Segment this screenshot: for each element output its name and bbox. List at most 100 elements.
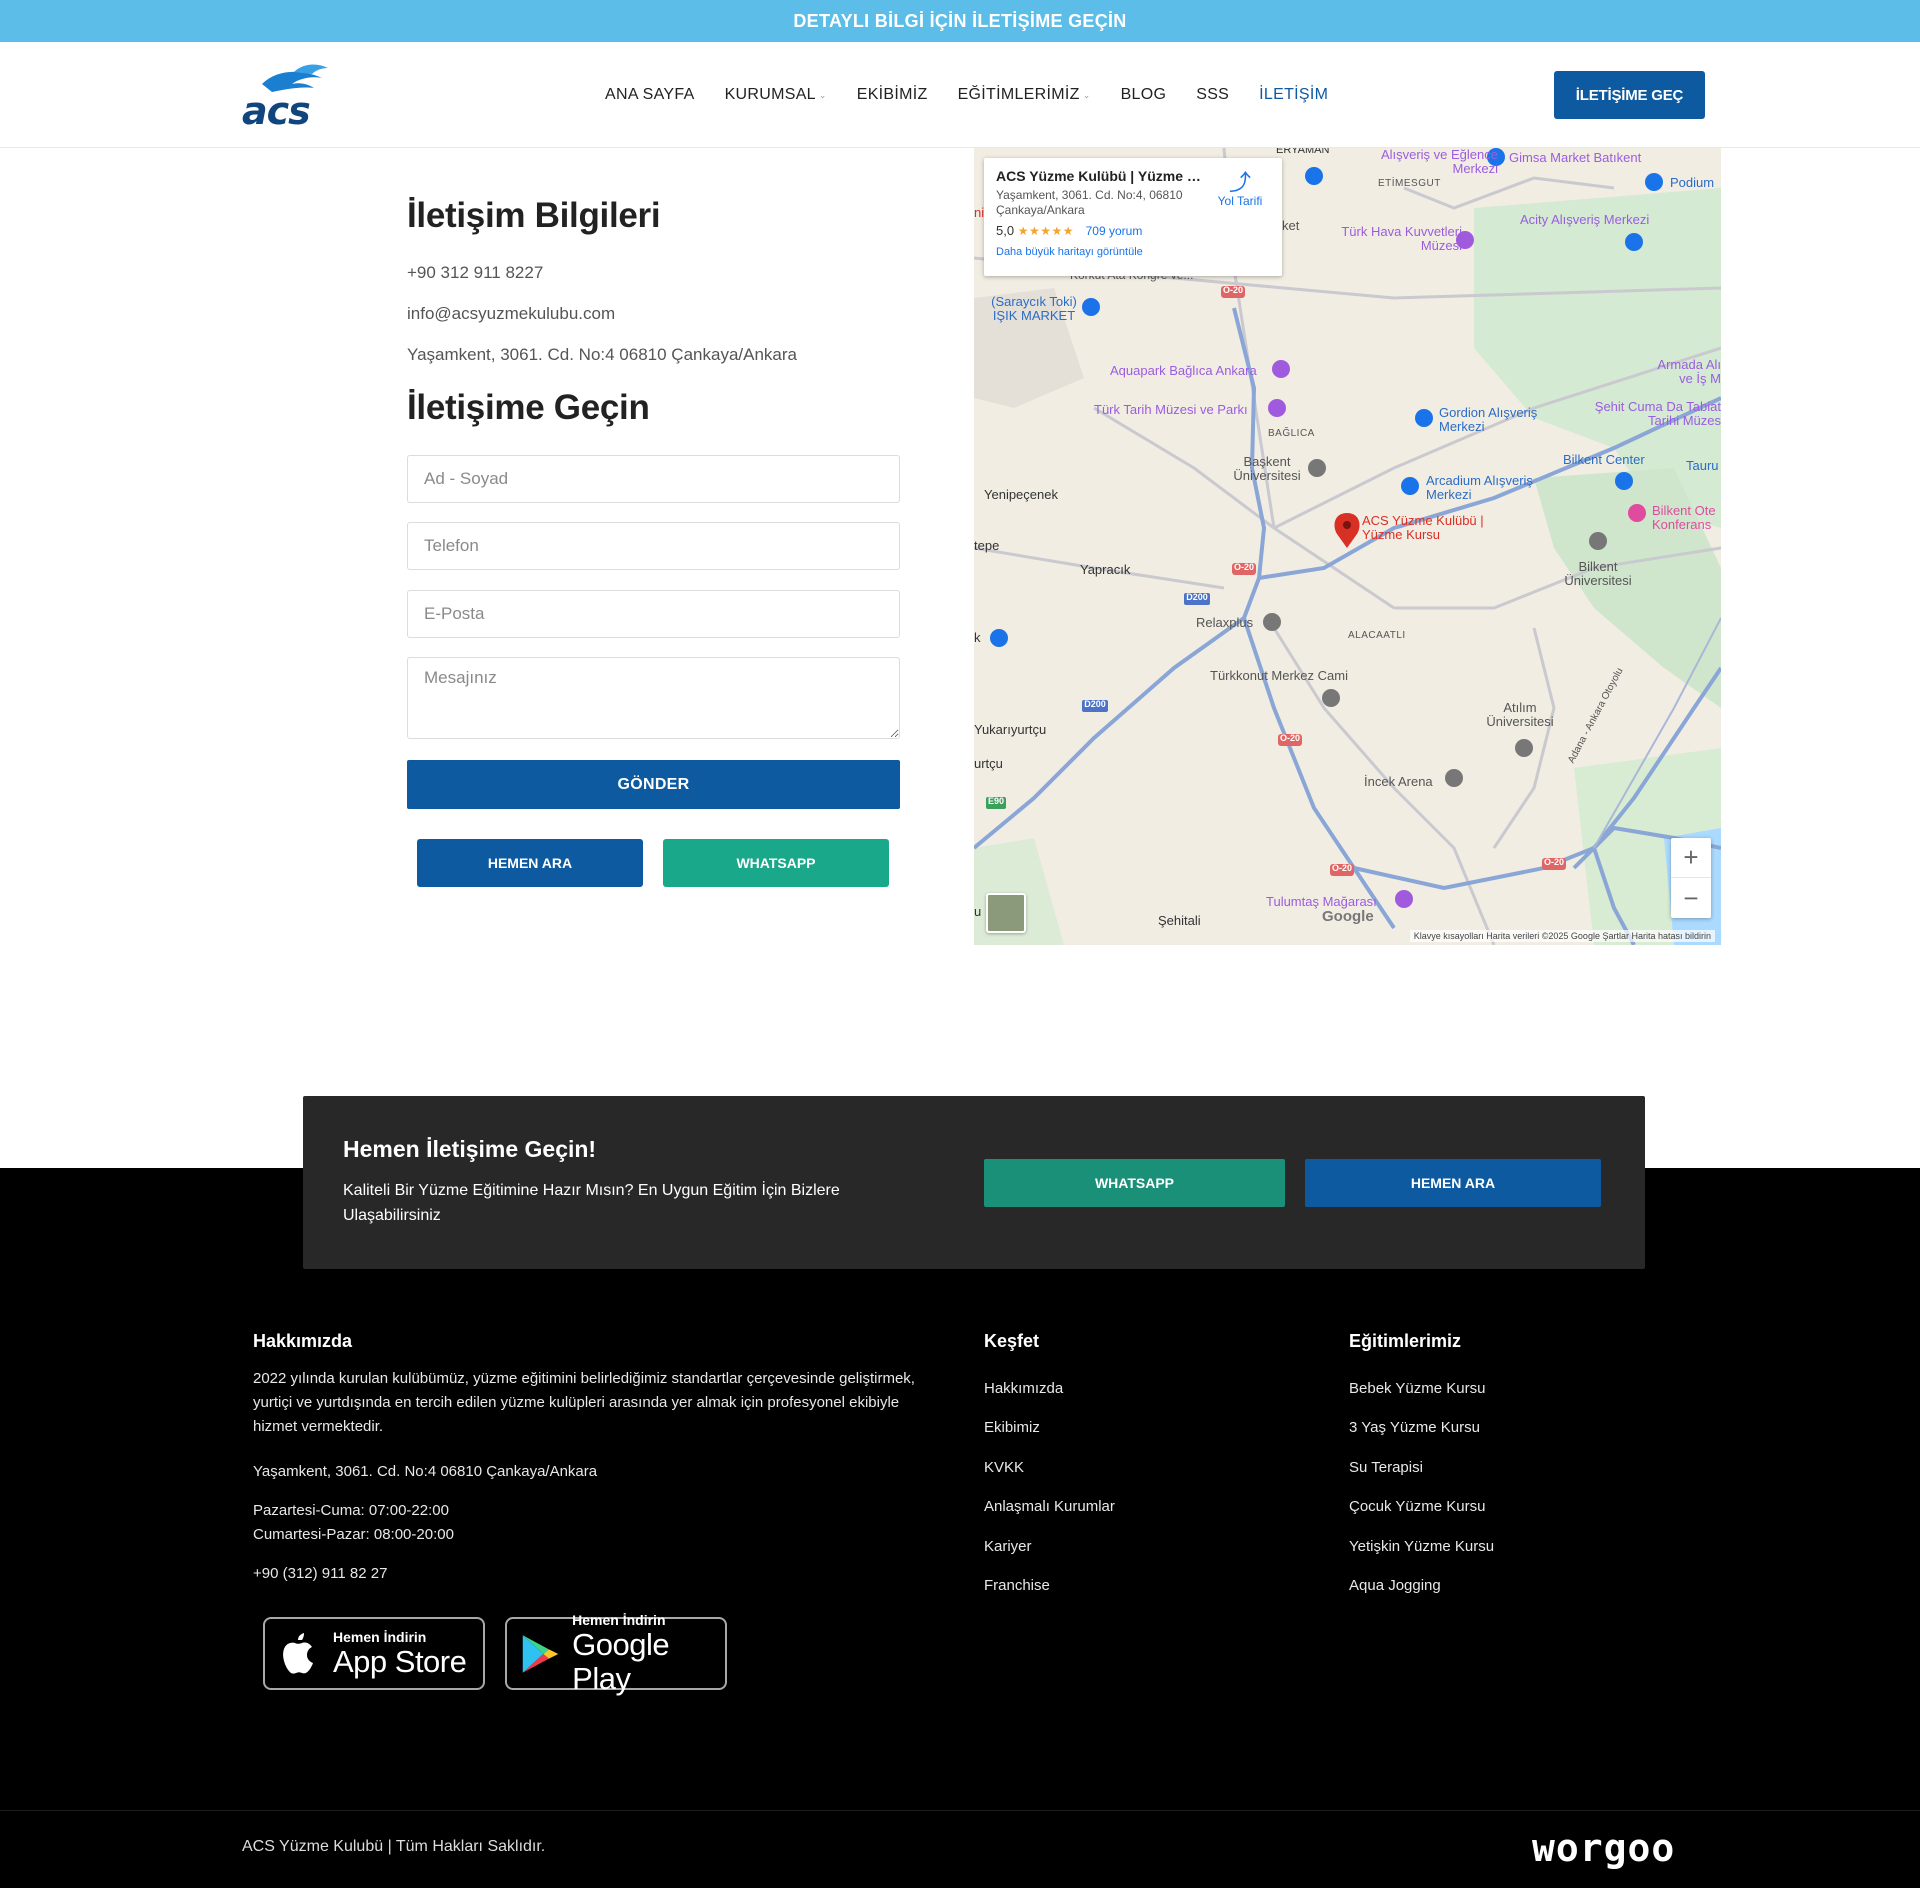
main-navigation: ANA SAYFA KURUMSAL ⌄ EKİBİMİZ EĞİTİMLERİMİZ ⌄… — [605, 42, 1358, 148]
top-announcement-bar: DETAYLI BİLGİ İÇİN İLETİŞİME GEÇİN — [0, 0, 1920, 42]
map-label-tepe: tepe — [974, 538, 1000, 553]
footer-explore-link-3[interactable]: Anlaşmalı Kurumlar — [984, 1498, 1115, 1515]
map-label-eryaman: ERYAMAN — [1276, 148, 1330, 156]
map-label-bilkent-otel: Bilkent Ote Konferans — [1652, 503, 1716, 532]
site-header: acs ANA SAYFA KURUMSAL ⌄ EKİBİMİZ EĞİTİMLERİ… — [0, 42, 1920, 148]
footer-about-text: 2022 yılında kurulan kulübümüz, yüzme eğ… — [253, 1370, 915, 1435]
zoom-in-button[interactable]: + — [1671, 838, 1711, 878]
map-label-arcadium: Arcadium Alışveriş Merkezi — [1426, 473, 1533, 502]
cta-call-button[interactable]: HEMEN ARA — [1305, 1159, 1601, 1207]
map-label-baskent: Başkent Üniversitesi — [1233, 454, 1301, 483]
nav-item-3[interactable]: EĞİTİMLERİMİZ ⌄ — [958, 86, 1091, 104]
google-logo: Google — [1322, 908, 1374, 925]
contact-address: Yaşamkent, 3061. Cd. No:4 06810 Çankaya/… — [407, 345, 797, 364]
cta-whatsapp-label: WHATSAPP — [1094, 1175, 1175, 1191]
submit-label: GÖNDER — [617, 775, 690, 793]
google-play-icon — [522, 1634, 559, 1673]
directions-button[interactable]: ⤴ Yol Tarifi — [1210, 170, 1270, 209]
road-shield-o20-d: O-20 — [1331, 863, 1352, 873]
footer-trainings-title: Eğitimlerimiz — [1349, 1331, 1462, 1351]
footer-phone[interactable]: +90 (312) 911 82 27 — [253, 1562, 387, 1586]
cta-whatsapp-button[interactable]: WHATSAPP — [984, 1159, 1285, 1207]
nav-item-label: ANA SAYFA — [605, 86, 695, 103]
map-label-bilkent-center: Bilkent Center — [1563, 452, 1645, 467]
map-label-mall: Alışveriş ve Eğlence Merkezi — [1380, 148, 1498, 176]
reviews-link[interactable]: 709 yorum — [1086, 224, 1143, 238]
footer-training-link-3[interactable]: Çocuk Yüzme Kursu — [1349, 1498, 1485, 1515]
cta-title: Hemen İletişime Geçin! — [343, 1136, 597, 1162]
chevron-down-icon: ⌄ — [818, 89, 827, 100]
road-shield-d200-b: D200 — [1084, 699, 1106, 709]
cta-strip: Hemen İletişime Geçin! Kaliteli Bir Yüzm… — [303, 1096, 1645, 1269]
zoom-controls: + − — [1671, 838, 1711, 918]
nav-item-label: BLOG — [1120, 86, 1167, 103]
contact-info-title: İletişim Bilgileri — [407, 196, 661, 235]
nav-item-5[interactable]: SSS — [1196, 86, 1229, 104]
place-rating: 5,0 ★★★★★ 709 yorum — [996, 223, 1270, 238]
contact-phone[interactable]: +90 312 911 8227 — [407, 263, 543, 283]
app-store-badge[interactable]: Hemen İndirin App Store — [263, 1617, 485, 1690]
footer-explore-link-0[interactable]: Hakkımızda — [984, 1380, 1063, 1397]
footer-explore-link-2[interactable]: KVKK — [984, 1459, 1024, 1476]
nav-item-6[interactable]: İLETİŞİM — [1259, 86, 1328, 104]
email-input[interactable] — [407, 590, 900, 638]
footer-explore-title: Keşfet — [984, 1331, 1040, 1351]
contact-cta-button[interactable]: İLETİŞİME GEÇ — [1554, 71, 1705, 119]
map-label-aquapark: Aquapark Bağlıca Ankara — [1110, 363, 1257, 378]
map-label-atilim: Atılım Üniversitesi — [1486, 700, 1554, 729]
whatsapp-button[interactable]: WHATSAPP — [663, 839, 889, 887]
footer-explore-link-4[interactable]: Kariyer — [984, 1538, 1032, 1555]
footer-explore-link-1[interactable]: Ekibimiz — [984, 1419, 1040, 1436]
message-textarea[interactable] — [407, 657, 900, 739]
google-play-badge[interactable]: Hemen İndirin Google Play — [505, 1612, 727, 1695]
svg-text:acs: acs — [242, 89, 310, 128]
contact-email[interactable]: info@acsyuzmekulubu.com — [407, 304, 615, 324]
place-title: ACS Yüzme Kulübü | Yüzme K... — [996, 168, 1206, 184]
nav-item-4[interactable]: BLOG — [1121, 86, 1167, 104]
chevron-down-icon: ⌄ — [1082, 89, 1091, 100]
footer-training-link-4[interactable]: Yetişkin Yüzme Kursu — [1349, 1538, 1494, 1555]
nav-item-label: SSS — [1196, 86, 1230, 103]
footer-explore-link-5[interactable]: Franchise — [984, 1577, 1050, 1594]
footer-training-link-2[interactable]: Su Terapisi — [1349, 1459, 1423, 1476]
map-label-u: u — [974, 904, 982, 919]
map-attribution[interactable]: Klavye kısayolları Harita verileri ©2025… — [1409, 930, 1715, 942]
footer-training-link-1[interactable]: 3 Yaş Yüzme Kursu — [1349, 1419, 1480, 1436]
road-shield-o20-b: O-20 — [1233, 562, 1254, 572]
google-map[interactable]: ERYAMAN Alışveriş ve Eğlence Merkezi Gim… — [974, 148, 1721, 945]
nav-item-1[interactable]: KURUMSAL ⌄ — [725, 86, 827, 104]
contact-cta-label: İLETİŞİME GEÇ — [1575, 86, 1684, 104]
footer-hours-weekday: Pazartesi-Cuma: 07:00-22:00 — [253, 1502, 449, 1519]
worgoo-logo[interactable]: worgoo — [1532, 1826, 1675, 1870]
apple-icon — [283, 1632, 313, 1674]
phone-input[interactable] — [407, 522, 900, 570]
zoom-out-button[interactable]: − — [1671, 878, 1711, 918]
map-label-baglica: BAĞLICA — [1268, 428, 1315, 439]
map-layer-toggle[interactable] — [986, 893, 1026, 933]
map-label-turkkonut: Türkkonut Merkez Cami — [1210, 668, 1348, 683]
map-label-armada: Armada Alı ve İş M — [1657, 357, 1721, 386]
call-now-button[interactable]: HEMEN ARA — [417, 839, 643, 887]
nav-item-2[interactable]: EKİBİMİZ — [857, 86, 928, 104]
map-label-tauru: Tauru — [1686, 458, 1719, 473]
map-label-yenipecenek: Yenipeçenek — [984, 487, 1058, 502]
road-shield-o20-e: O-20 — [1543, 857, 1564, 867]
bigger-map-link[interactable]: Daha büyük haritayı görüntüle — [996, 246, 1270, 258]
map-label-saracik: (Saraycık Toki) IŞIK MARKET — [991, 294, 1077, 323]
app-store-small-text: Hemen İndirin — [333, 1628, 427, 1645]
acs-logo[interactable]: acs — [242, 62, 346, 133]
nav-item-0[interactable]: ANA SAYFA — [605, 86, 695, 104]
nav-item-label: EKİBİMİZ — [856, 86, 928, 103]
cta-subtitle: Kaliteli Bir Yüzme Eğitimine Hazır Mısın… — [343, 1182, 840, 1224]
submit-button[interactable]: GÖNDER — [407, 760, 900, 809]
nav-item-label: KURUMSAL — [724, 86, 816, 103]
road-shield-d200-a: D200 — [1186, 592, 1208, 602]
name-input[interactable] — [407, 455, 900, 503]
map-label-incek: İncek Arena — [1364, 774, 1433, 789]
map-label-tulumtas: Tulumtaş Mağarası — [1266, 894, 1377, 909]
map-label-acity: Acity Alışveriş Merkezi — [1520, 212, 1650, 227]
footer-training-link-0[interactable]: Bebek Yüzme Kursu — [1349, 1380, 1485, 1397]
directions-icon: ⤴ — [1228, 170, 1251, 195]
footer-training-link-5[interactable]: Aqua Jogging — [1349, 1577, 1441, 1594]
map-label-yukariyurtcu: Yukarıyurtçu — [974, 722, 1047, 737]
